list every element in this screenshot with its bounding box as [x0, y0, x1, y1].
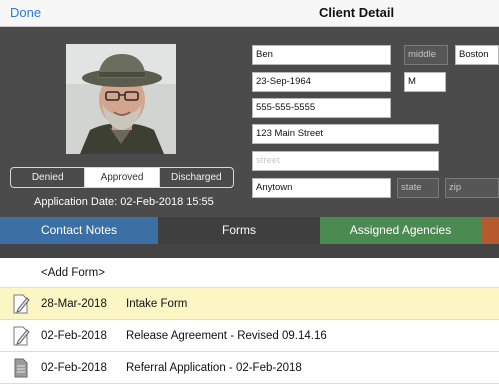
city-field[interactable]: Anytown [252, 178, 391, 198]
application-date: Application Date: 02-Feb-2018 15:55 [34, 196, 214, 208]
form-date: 02-Feb-2018 [41, 362, 107, 374]
form-date: 28-Mar-2018 [41, 298, 107, 310]
list-item[interactable]: 02-Feb-2018 Referral Application - 02-Fe… [0, 352, 499, 384]
tab-forms[interactable]: Forms [158, 217, 320, 244]
done-button[interactable]: Done [10, 5, 41, 20]
street-address-field[interactable]: 123 Main Street [252, 124, 439, 144]
navigation-bar: Done Client Detail [0, 0, 499, 27]
status-approved-button[interactable]: Approved [85, 168, 160, 187]
form-name: Referral Application - 02-Feb-2018 [126, 362, 302, 374]
edit-document-icon [13, 326, 30, 346]
tab-bar: Contact Notes Forms Assigned Agencies [0, 217, 499, 244]
status-discharged-button[interactable]: Discharged [160, 168, 233, 187]
date-of-birth-field[interactable]: 23-Sep-1964 [252, 72, 391, 92]
tab-divider [0, 244, 499, 258]
form-name: Release Agreement - Revised 09.14.16 [126, 330, 327, 342]
form-date: 02-Feb-2018 [41, 330, 107, 342]
page-title: Client Detail [319, 5, 395, 20]
client-detail-panel: Denied Approved Discharged Application D… [0, 27, 499, 217]
client-photo[interactable] [66, 44, 176, 154]
street-address-2-field[interactable]: street [252, 151, 439, 171]
phone-field[interactable]: 555-555-5555 [252, 98, 391, 118]
client-portrait-image [66, 44, 176, 154]
tab-assigned-agencies[interactable]: Assigned Agencies [320, 217, 481, 244]
forms-list: <Add Form> 28-Mar-2018 Intake Form 02-Fe… [0, 258, 499, 384]
list-item[interactable]: 28-Mar-2018 Intake Form [0, 288, 499, 320]
first-name-field[interactable]: Ben [252, 45, 391, 65]
tab-contact-notes[interactable]: Contact Notes [0, 217, 158, 244]
form-name: Intake Form [126, 298, 188, 310]
middle-name-field[interactable]: middle [404, 45, 448, 65]
edit-document-icon [13, 294, 30, 314]
state-field[interactable]: state [397, 178, 439, 198]
gender-field[interactable]: M [404, 72, 446, 92]
document-icon [14, 358, 28, 378]
status-segmented-control: Denied Approved Discharged [10, 167, 234, 188]
last-name-field[interactable]: Boston [455, 45, 499, 65]
status-denied-button[interactable]: Denied [11, 168, 86, 187]
zip-field[interactable]: zip [445, 178, 499, 198]
tab-more[interactable] [481, 217, 499, 244]
list-item[interactable]: 02-Feb-2018 Release Agreement - Revised … [0, 320, 499, 352]
add-form-button[interactable]: <Add Form> [0, 258, 499, 288]
